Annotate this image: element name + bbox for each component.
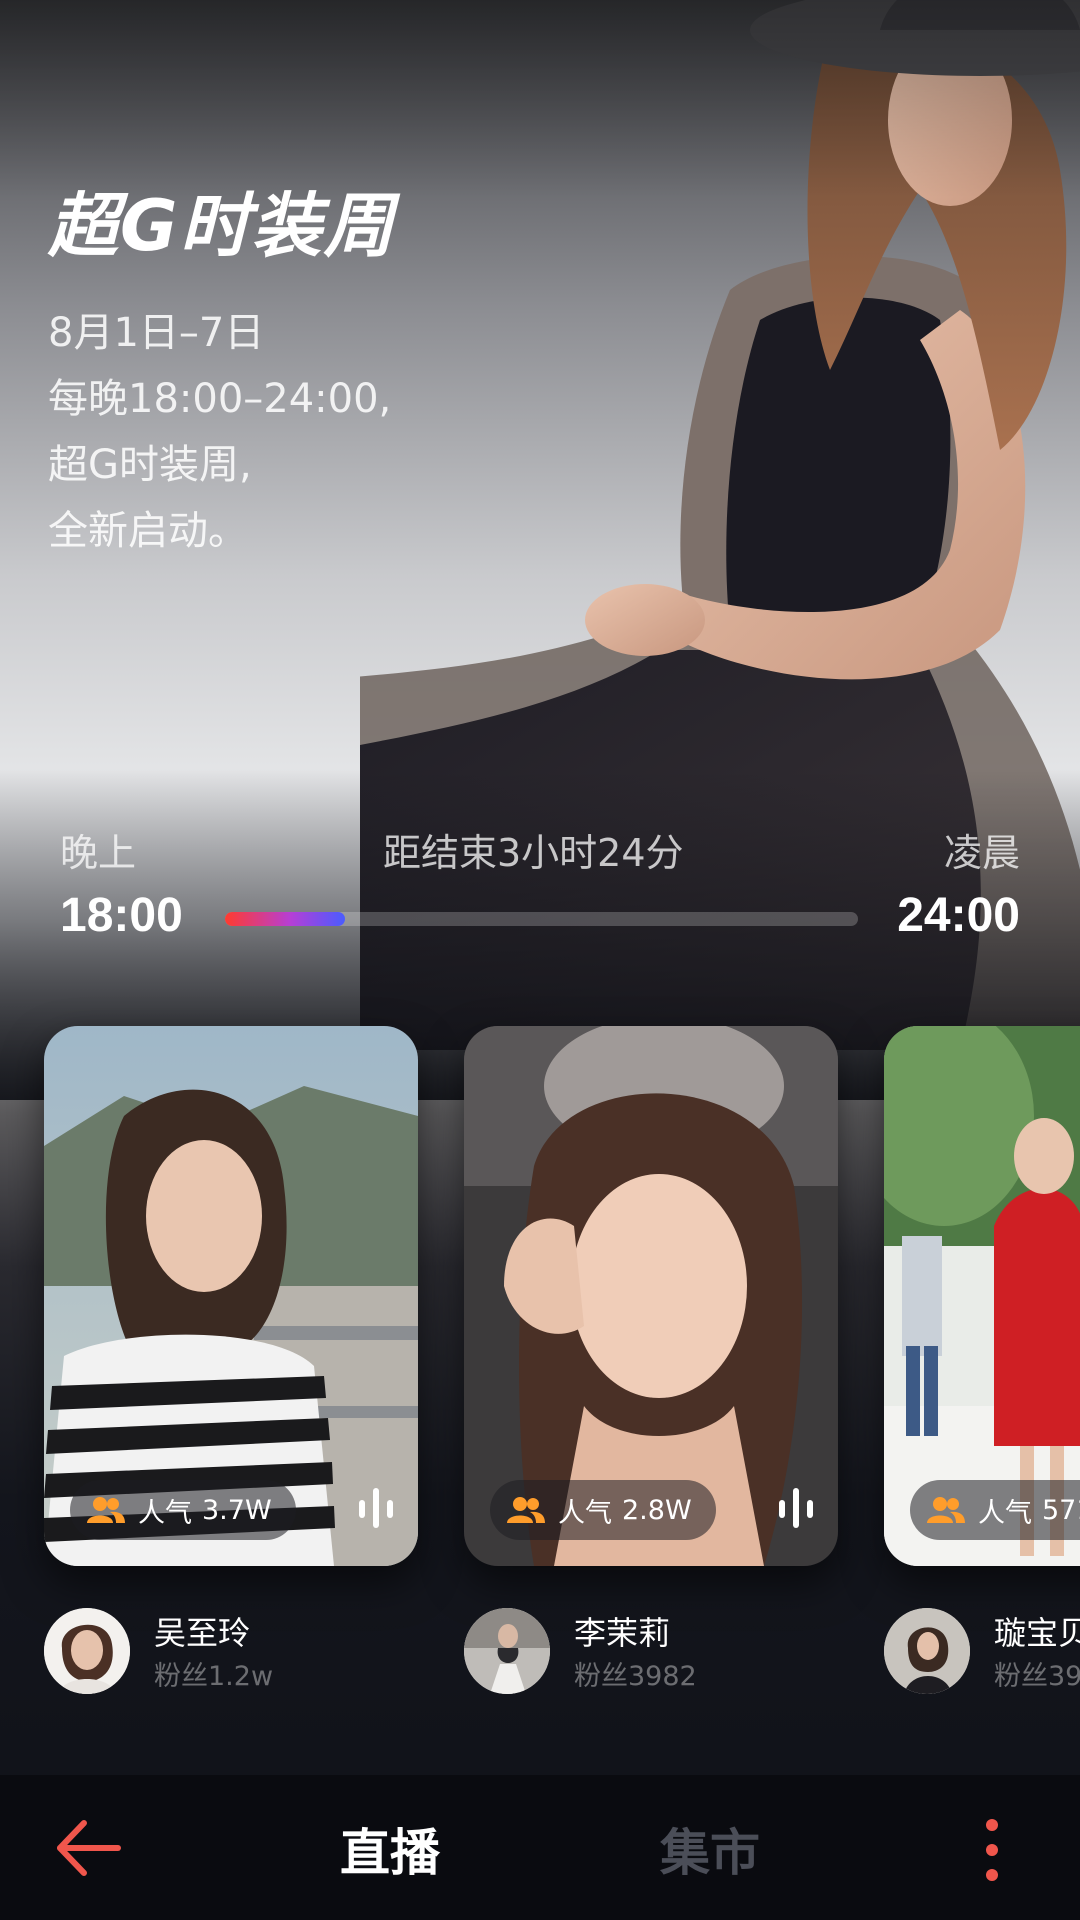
evening-label: 晚上 <box>60 831 137 875</box>
popularity-badge: 人气 3.7W <box>70 1480 296 1540</box>
anchor-name: 璇宝贝 <box>994 1614 1080 1652</box>
anchor-cover-photo[interactable]: 人气 3.7W <box>44 1026 418 1566</box>
anchor-card[interactable]: 人气 2.8W 李茉莉 粉丝3982 <box>464 1026 838 1708</box>
avatar[interactable] <box>44 1608 130 1694</box>
popularity-value: 2.8W <box>622 1494 692 1526</box>
event-title: 超G时装周 <box>48 185 396 267</box>
audio-bars-icon <box>359 1488 393 1528</box>
early-morning-label: 凌晨 <box>943 831 1020 875</box>
event-desc-line: 超G时装周, <box>48 442 252 488</box>
event-description: 8月1日–7日 每晚18:00–24:00, 超G时装周, 全新启动。 <box>48 300 391 564</box>
avatar[interactable] <box>464 1608 550 1694</box>
progress-track <box>225 912 858 926</box>
tab-market[interactable]: 集市 <box>660 1813 760 1885</box>
anchor-name: 吴至玲 <box>154 1614 251 1652</box>
anchor-fans: 粉丝3982 <box>994 1661 1080 1692</box>
popularity-label: 人气 <box>558 1497 612 1529</box>
avatar[interactable] <box>884 1608 970 1694</box>
anchor-card-list[interactable]: 人气 3.7W 吴至玲 粉丝1.2w 人气 2.8W 李茉莉 粉丝3982 人气… <box>0 1026 1080 1726</box>
anchor-fans: 粉丝3982 <box>574 1661 697 1692</box>
schedule-labels: 晚上 距结束3小时24分 凌晨 <box>60 822 1020 875</box>
tab-live[interactable]: 直播 <box>340 1813 440 1885</box>
end-time: 24:00 <box>897 889 1020 942</box>
more-vertical-icon[interactable] <box>972 1815 1012 1885</box>
event-desc-line: 全新启动。 <box>48 508 248 554</box>
anchor-card[interactable]: 人气 5718 璇宝贝 粉丝3982 <box>884 1026 1080 1708</box>
popularity-value: 3.7W <box>202 1494 272 1526</box>
anchor-info[interactable]: 李茉莉 粉丝3982 <box>464 1608 838 1708</box>
users-icon <box>86 1495 126 1525</box>
app-root: 超G时装周 8月1日–7日 每晚18:00–24:00, 超G时装周, 全新启动… <box>0 0 1080 1920</box>
arrow-left-icon[interactable] <box>54 1815 124 1881</box>
anchor-cover-photo[interactable]: 人气 5718 <box>884 1026 1080 1566</box>
popularity-label: 人气 <box>978 1497 1032 1529</box>
popularity-badge: 人气 5718 <box>910 1480 1080 1540</box>
remaining-time-label: 距结束3小时24分 <box>383 831 684 875</box>
anchor-cover-photo[interactable]: 人气 2.8W <box>464 1026 838 1566</box>
anchor-fans: 粉丝1.2w <box>154 1661 274 1692</box>
anchor-card[interactable]: 人气 3.7W 吴至玲 粉丝1.2w <box>44 1026 418 1708</box>
event-desc-line: 每晚18:00–24:00, <box>48 376 392 422</box>
popularity-label: 人气 <box>138 1497 192 1529</box>
users-icon <box>506 1495 546 1525</box>
anchor-name: 李茉莉 <box>574 1614 671 1652</box>
popularity-badge: 人气 2.8W <box>490 1480 716 1540</box>
popularity-value: 5718 <box>1042 1494 1080 1526</box>
bottom-tab-bar: 直播 集市 <box>0 1775 1080 1920</box>
audio-bars-icon <box>779 1488 813 1528</box>
schedule-progress: 18:00 24:00 <box>60 888 1020 948</box>
start-time: 18:00 <box>60 889 183 942</box>
event-desc-line: 8月1日–7日 <box>48 310 265 356</box>
progress-fill <box>225 912 346 926</box>
users-icon <box>926 1495 966 1525</box>
anchor-info[interactable]: 璇宝贝 粉丝3982 <box>884 1608 1080 1708</box>
anchor-info[interactable]: 吴至玲 粉丝1.2w <box>44 1608 418 1708</box>
